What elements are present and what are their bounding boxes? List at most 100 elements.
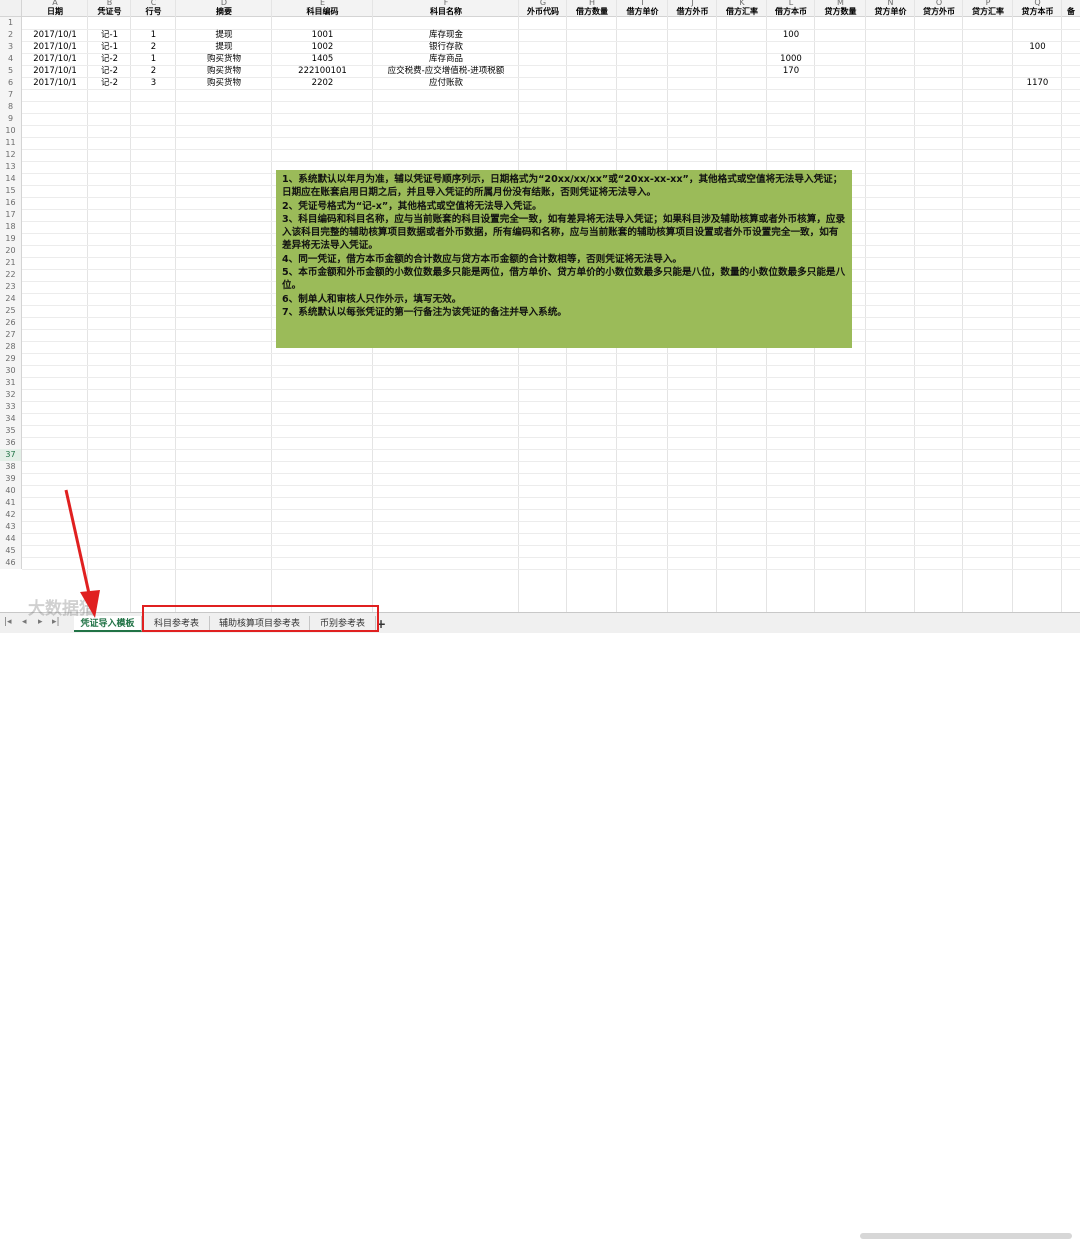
row-number[interactable]: 19 [0,233,22,245]
row-number[interactable]: 7 [0,89,22,101]
row-number[interactable]: 24 [0,293,22,305]
table-cell[interactable]: 2202 [272,77,373,89]
row-number[interactable]: 46 [0,557,22,569]
row-number[interactable]: 10 [0,125,22,137]
table-cell[interactable]: 库存商品 [373,53,519,65]
row-number[interactable]: 13 [0,161,22,173]
row-number[interactable]: 17 [0,209,22,221]
column-header-cell[interactable]: 贷方外币 [915,6,963,17]
table-cell[interactable]: 应付账款 [373,77,519,89]
row-number[interactable]: 20 [0,245,22,257]
row-number[interactable]: 33 [0,401,22,413]
column-header-cell[interactable]: 借方数量 [567,6,617,17]
row-number[interactable]: 16 [0,197,22,209]
row-number[interactable]: 28 [0,341,22,353]
row-number[interactable]: 37 [0,449,22,461]
table-cell[interactable]: 提现 [176,29,272,41]
table-cell[interactable]: 购买货物 [176,53,272,65]
row-number[interactable]: 11 [0,137,22,149]
row-number[interactable]: 41 [0,497,22,509]
column-header-cell[interactable]: 行号 [131,6,176,17]
row-number[interactable]: 23 [0,281,22,293]
table-cell[interactable]: 记-2 [88,65,131,77]
table-cell[interactable]: 1002 [272,41,373,53]
column-header-cell[interactable]: 科目编码 [272,6,373,17]
row-number[interactable]: 40 [0,485,22,497]
table-cell[interactable]: 2 [131,41,176,53]
table-cell[interactable]: 2017/10/1 [22,29,88,41]
column-header-cell[interactable]: 贷方本币 [1013,6,1062,17]
table-cell[interactable]: 2017/10/1 [22,77,88,89]
row-number[interactable]: 39 [0,473,22,485]
first-sheet-icon[interactable]: |◂ [4,617,12,627]
row-number[interactable]: 21 [0,257,22,269]
row-number[interactable]: 25 [0,305,22,317]
column-header-cell[interactable]: 贷方汇率 [963,6,1013,17]
row-number[interactable]: 3 [0,41,22,53]
column-header-cell[interactable]: 借方汇率 [717,6,767,17]
column-header-cell[interactable]: 日期 [22,6,88,17]
table-cell[interactable]: 购买货物 [176,77,272,89]
select-all-corner[interactable] [0,0,22,17]
row-number[interactable]: 31 [0,377,22,389]
row-number[interactable]: 44 [0,533,22,545]
table-cell[interactable]: 1001 [272,29,373,41]
table-cell[interactable]: 记-2 [88,53,131,65]
row-number[interactable]: 6 [0,77,22,89]
horizontal-scrollbar[interactable] [860,1233,1072,1239]
column-header-cell[interactable]: 借方单价 [617,6,668,17]
table-cell[interactable]: 1000 [767,53,815,65]
column-header-cell[interactable]: 摘要 [176,6,272,17]
column-header-cell[interactable]: 借方本币 [767,6,815,17]
table-cell[interactable]: 购买货物 [176,65,272,77]
table-cell[interactable]: 2017/10/1 [22,65,88,77]
row-number[interactable]: 36 [0,437,22,449]
row-number[interactable]: 1 [0,17,22,29]
prev-sheet-icon[interactable]: ◂ [22,617,27,627]
table-cell[interactable]: 库存现金 [373,29,519,41]
row-number[interactable]: 8 [0,101,22,113]
row-number[interactable]: 4 [0,53,22,65]
table-cell[interactable]: 记-1 [88,29,131,41]
column-header-cell[interactable]: 科目名称 [373,6,519,17]
row-number[interactable]: 43 [0,521,22,533]
table-cell[interactable]: 3 [131,77,176,89]
row-number[interactable]: 22 [0,269,22,281]
table-cell[interactable]: 记-1 [88,41,131,53]
row-number[interactable]: 9 [0,113,22,125]
column-header-cell[interactable]: 备 [1062,6,1080,17]
table-cell[interactable]: 1405 [272,53,373,65]
column-header-cell[interactable]: 外币代码 [519,6,567,17]
row-number[interactable]: 35 [0,425,22,437]
column-header-cell[interactable]: 贷方单价 [866,6,915,17]
row-number[interactable]: 42 [0,509,22,521]
table-cell[interactable]: 1 [131,29,176,41]
column-header-cell[interactable]: 借方外币 [668,6,717,17]
row-number[interactable]: 14 [0,173,22,185]
table-cell[interactable]: 100 [767,29,815,41]
row-number[interactable]: 2 [0,29,22,41]
row-number[interactable]: 30 [0,365,22,377]
column-header-cell[interactable]: 凭证号 [88,6,131,17]
table-cell[interactable]: 提现 [176,41,272,53]
table-cell[interactable]: 100 [1013,41,1062,53]
table-cell[interactable]: 2017/10/1 [22,41,88,53]
table-cell[interactable]: 应交税费-应交增值税-进项税额 [373,65,519,77]
row-number[interactable]: 29 [0,353,22,365]
row-number[interactable]: 38 [0,461,22,473]
row-number[interactable]: 45 [0,545,22,557]
row-number[interactable]: 5 [0,65,22,77]
table-cell[interactable]: 银行存款 [373,41,519,53]
column-header-cell[interactable]: 贷方数量 [815,6,866,17]
row-number[interactable]: 34 [0,413,22,425]
table-cell[interactable]: 记-2 [88,77,131,89]
row-number[interactable]: 12 [0,149,22,161]
table-cell[interactable]: 170 [767,65,815,77]
row-number[interactable]: 32 [0,389,22,401]
table-cell[interactable]: 1 [131,53,176,65]
row-number[interactable]: 18 [0,221,22,233]
table-cell[interactable]: 2017/10/1 [22,53,88,65]
row-number[interactable]: 15 [0,185,22,197]
table-cell[interactable]: 222100101 [272,65,373,77]
row-number[interactable]: 27 [0,329,22,341]
